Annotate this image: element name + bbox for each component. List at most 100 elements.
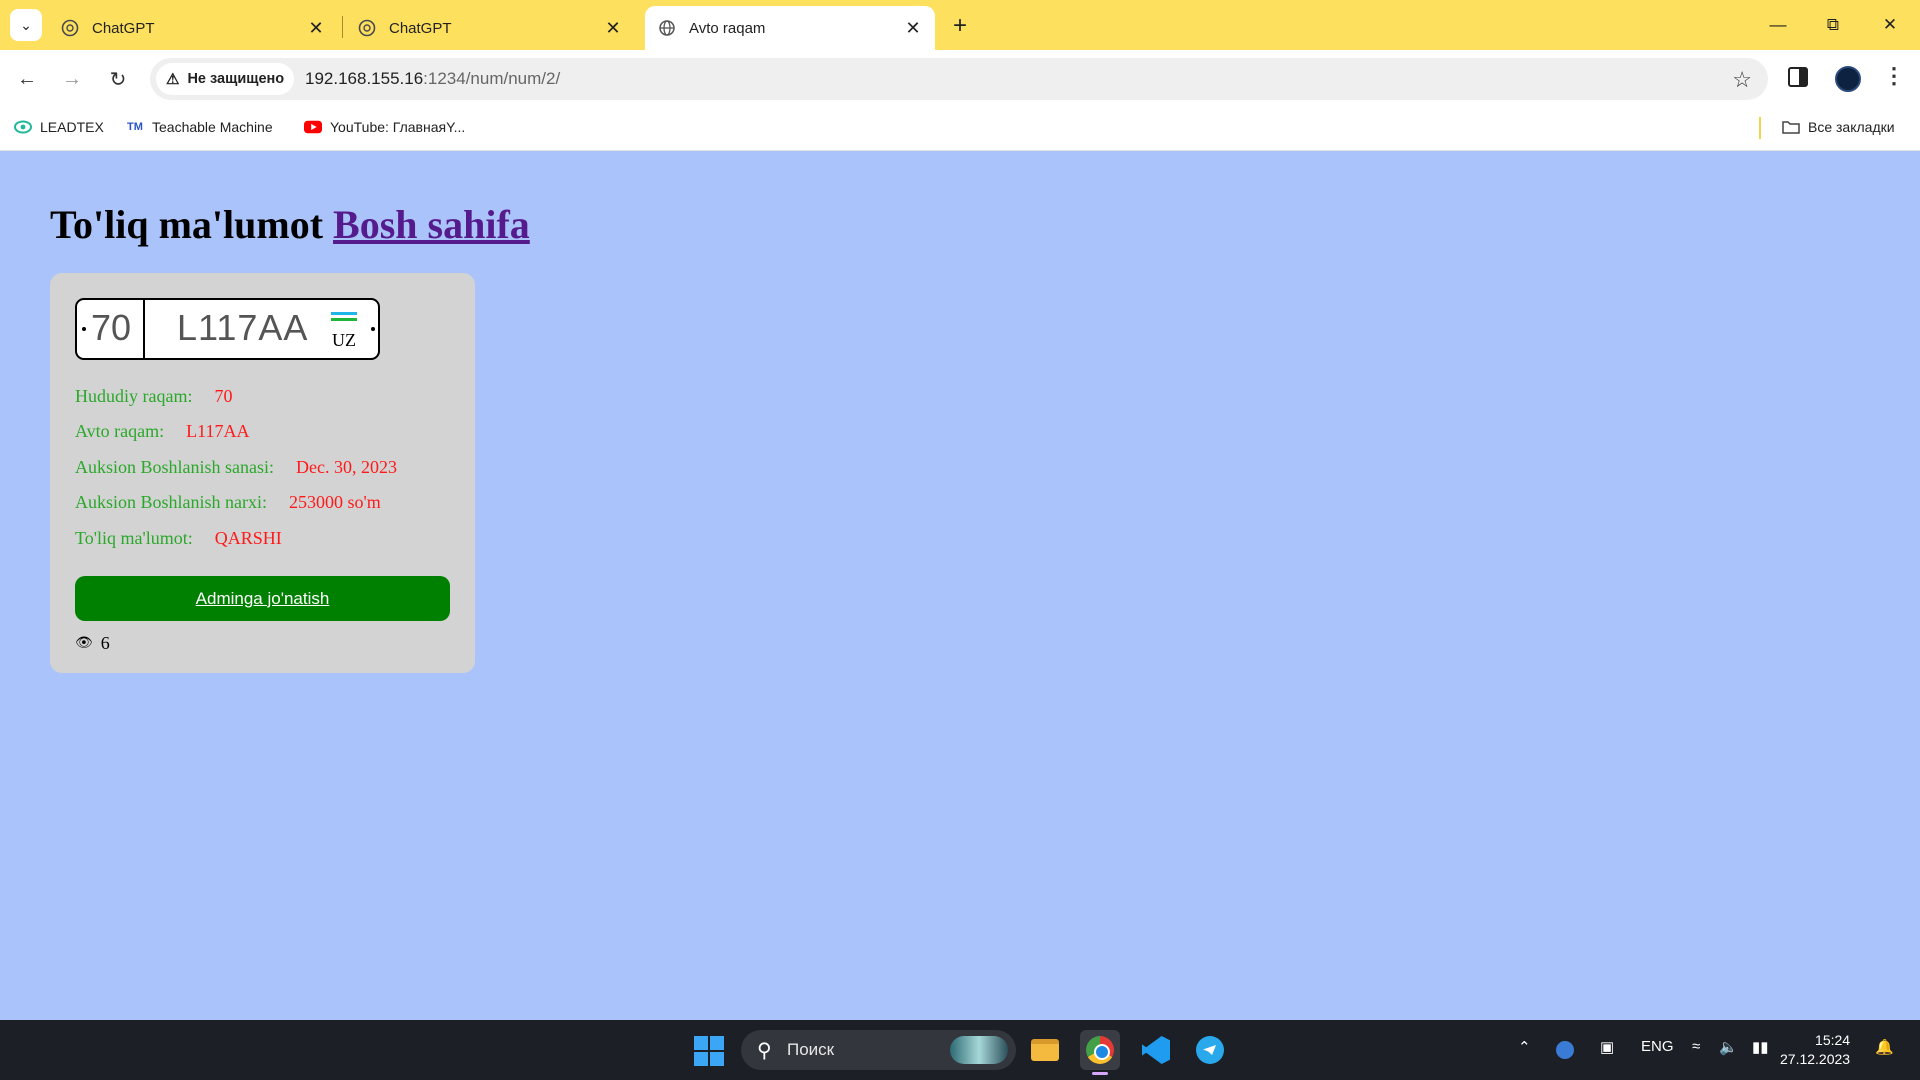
close-window-button[interactable]: ✕ (1872, 10, 1908, 40)
page-content: To'liq ma'lumot Bosh sahifa 70 L117AA UZ… (0, 151, 1920, 1020)
plate-region: 70 (91, 307, 132, 348)
detail-auction-price: Auksion Boshlanish narxi: 253000 so'm (75, 492, 381, 513)
detail-value: QARSHI (214, 528, 282, 548)
new-tab-button[interactable]: + (946, 12, 974, 40)
volume-icon[interactable]: 🔈 (1719, 1038, 1738, 1056)
display-icon[interactable]: ▣ (1600, 1038, 1614, 1056)
bookmark-label: Teachable Machine (152, 119, 273, 135)
bookmark-leadtex[interactable]: LEADTEX (14, 118, 104, 136)
search-highlight-image (950, 1036, 1008, 1064)
taskbar-search[interactable]: ⚲ Поиск (741, 1030, 1016, 1070)
url-path: :1234/num/num/2/ (423, 69, 561, 88)
bookmark-youtube[interactable]: YouTube: ГлавнаяY... (304, 118, 465, 136)
clock-time: 15:24 (1815, 1032, 1851, 1048)
view-count-value: 6 (100, 633, 110, 653)
detail-auction-date: Auksion Boshlanish sanasi: Dec. 30, 2023 (75, 457, 397, 478)
forward-button[interactable]: → (57, 64, 87, 94)
tab-separator (342, 16, 343, 38)
page-heading-text: To'liq ma'lumot (50, 202, 324, 247)
close-icon[interactable]: ✕ (306, 18, 326, 38)
page-title: To'liq ma'lumot Bosh sahifa (50, 201, 530, 248)
view-count: 👁 6 (75, 633, 110, 654)
taskbar: ⚲ Поиск ⌃ ▣ ENG ≈ 🔈 ▮▮ 15:24 27.12.2023 … (0, 1020, 1920, 1080)
detail-label: To'liq ma'lumot: (75, 528, 193, 548)
detail-value: L117AA (186, 421, 250, 441)
folder-icon (1782, 118, 1800, 136)
system-clock[interactable]: 15:24 27.12.2023 (1780, 1031, 1850, 1069)
bookmarks-separator (1759, 117, 1761, 139)
license-plate: 70 L117AA UZ (75, 298, 380, 360)
detail-label: Auksion Boshlanish sanasi: (75, 457, 275, 477)
all-bookmarks[interactable]: Все закладки (1782, 118, 1895, 136)
bookmarks-bar: LEADTEX TM Teachable Machine YouTube: Гл… (0, 108, 1920, 151)
address-bar[interactable]: ⚠ Не защищено 192.168.155.16:1234/num/nu… (150, 58, 1768, 100)
tab-strip: ⌄ ChatGPT ✕ ChatGPT ✕ Avto raqam ✕ + — ⧉… (0, 0, 1920, 50)
uzbekistan-flag-icon (331, 312, 357, 324)
url-text[interactable]: 192.168.155.16:1234/num/num/2/ (305, 69, 560, 89)
tab-search-button[interactable]: ⌄ (10, 9, 42, 41)
chatgpt-icon (60, 18, 80, 38)
detail-label: Auksion Boshlanish narxi: (75, 492, 267, 512)
bell-icon[interactable]: 🔔 (1875, 1038, 1894, 1056)
search-icon: ⚲ (757, 1040, 772, 1062)
bookmark-star-icon[interactable]: ☆ (1732, 67, 1752, 93)
tab-title: Avto raqam (689, 19, 766, 37)
tab-avto-raqam[interactable]: Avto raqam ✕ (645, 6, 935, 50)
vscode-icon[interactable] (1136, 1030, 1176, 1070)
minimize-button[interactable]: — (1760, 10, 1796, 40)
bookmark-label: LEADTEX (40, 119, 104, 135)
tab-chatgpt-2[interactable]: ChatGPT ✕ (345, 6, 635, 50)
plate-number: L117AA (177, 307, 309, 348)
send-to-admin-button[interactable]: Adminga jo'natish (75, 576, 450, 621)
plate-rivet (82, 327, 86, 331)
detail-value: Dec. 30, 2023 (296, 457, 397, 477)
teachable-machine-icon: TM (127, 121, 143, 133)
tab-title: ChatGPT (92, 19, 155, 37)
file-explorer-icon[interactable] (1025, 1030, 1065, 1070)
restore-button[interactable]: ⧉ (1815, 10, 1851, 40)
detail-value: 70 (214, 386, 233, 406)
youtube-icon (304, 118, 322, 136)
browser-toolbar: ← → ↻ ⚠ Не защищено 192.168.155.16:1234/… (0, 50, 1920, 108)
reload-button[interactable]: ↻ (103, 64, 133, 94)
chrome-icon[interactable] (1080, 1030, 1120, 1070)
chatgpt-icon (357, 18, 377, 38)
url-host: 192.168.155.16 (305, 69, 424, 88)
leadtex-icon (14, 118, 32, 136)
language-indicator[interactable]: ENG (1641, 1038, 1674, 1055)
back-button[interactable]: ← (12, 64, 42, 94)
close-icon[interactable]: ✕ (603, 18, 623, 38)
close-icon[interactable]: ✕ (903, 18, 923, 38)
battery-icon[interactable]: ▮▮ (1752, 1038, 1769, 1056)
profile-avatar[interactable] (1835, 66, 1861, 92)
security-chip[interactable]: ⚠ Не защищено (156, 63, 295, 95)
globe-icon (657, 18, 677, 38)
chevron-up-icon[interactable]: ⌃ (1518, 1038, 1531, 1056)
security-label: Не защищено (187, 71, 285, 87)
bookmark-label: Все закладки (1808, 119, 1895, 135)
notification-app-icon[interactable] (1556, 1041, 1574, 1059)
eye-icon: 👁 (75, 636, 93, 651)
wifi-icon[interactable]: ≈ (1692, 1038, 1700, 1055)
active-app-indicator (1092, 1072, 1108, 1075)
windows-start-icon[interactable] (694, 1036, 724, 1066)
bookmark-label: YouTube: ГлавнаяY... (330, 119, 466, 135)
menu-kebab-icon[interactable]: ⋮ (1883, 63, 1905, 89)
detail-full-info: To'liq ma'lumot: QARSHI (75, 528, 282, 549)
tab-chatgpt-1[interactable]: ChatGPT ✕ (48, 6, 338, 50)
plate-rivet (371, 327, 375, 331)
plate-divider (143, 300, 145, 358)
chevron-down-icon: ⌄ (20, 16, 32, 33)
home-link[interactable]: Bosh sahifa (333, 202, 530, 247)
detail-label: Hududiy raqam: (75, 386, 193, 406)
clock-date: 27.12.2023 (1780, 1051, 1851, 1067)
tab-title: ChatGPT (389, 19, 452, 37)
search-placeholder: Поиск (787, 1040, 835, 1059)
telegram-icon[interactable] (1190, 1030, 1230, 1070)
bookmark-teachable-machine[interactable]: TM Teachable Machine (126, 118, 273, 136)
detail-label: Avto raqam: (75, 421, 165, 441)
plate-card: 70 L117AA UZ Hududiy raqam: 70 Avto raqam… (50, 273, 475, 673)
plate-country: UZ (332, 330, 356, 350)
side-panel-icon[interactable] (1788, 67, 1808, 87)
detail-plate-number: Avto raqam: L117AA (75, 421, 249, 442)
